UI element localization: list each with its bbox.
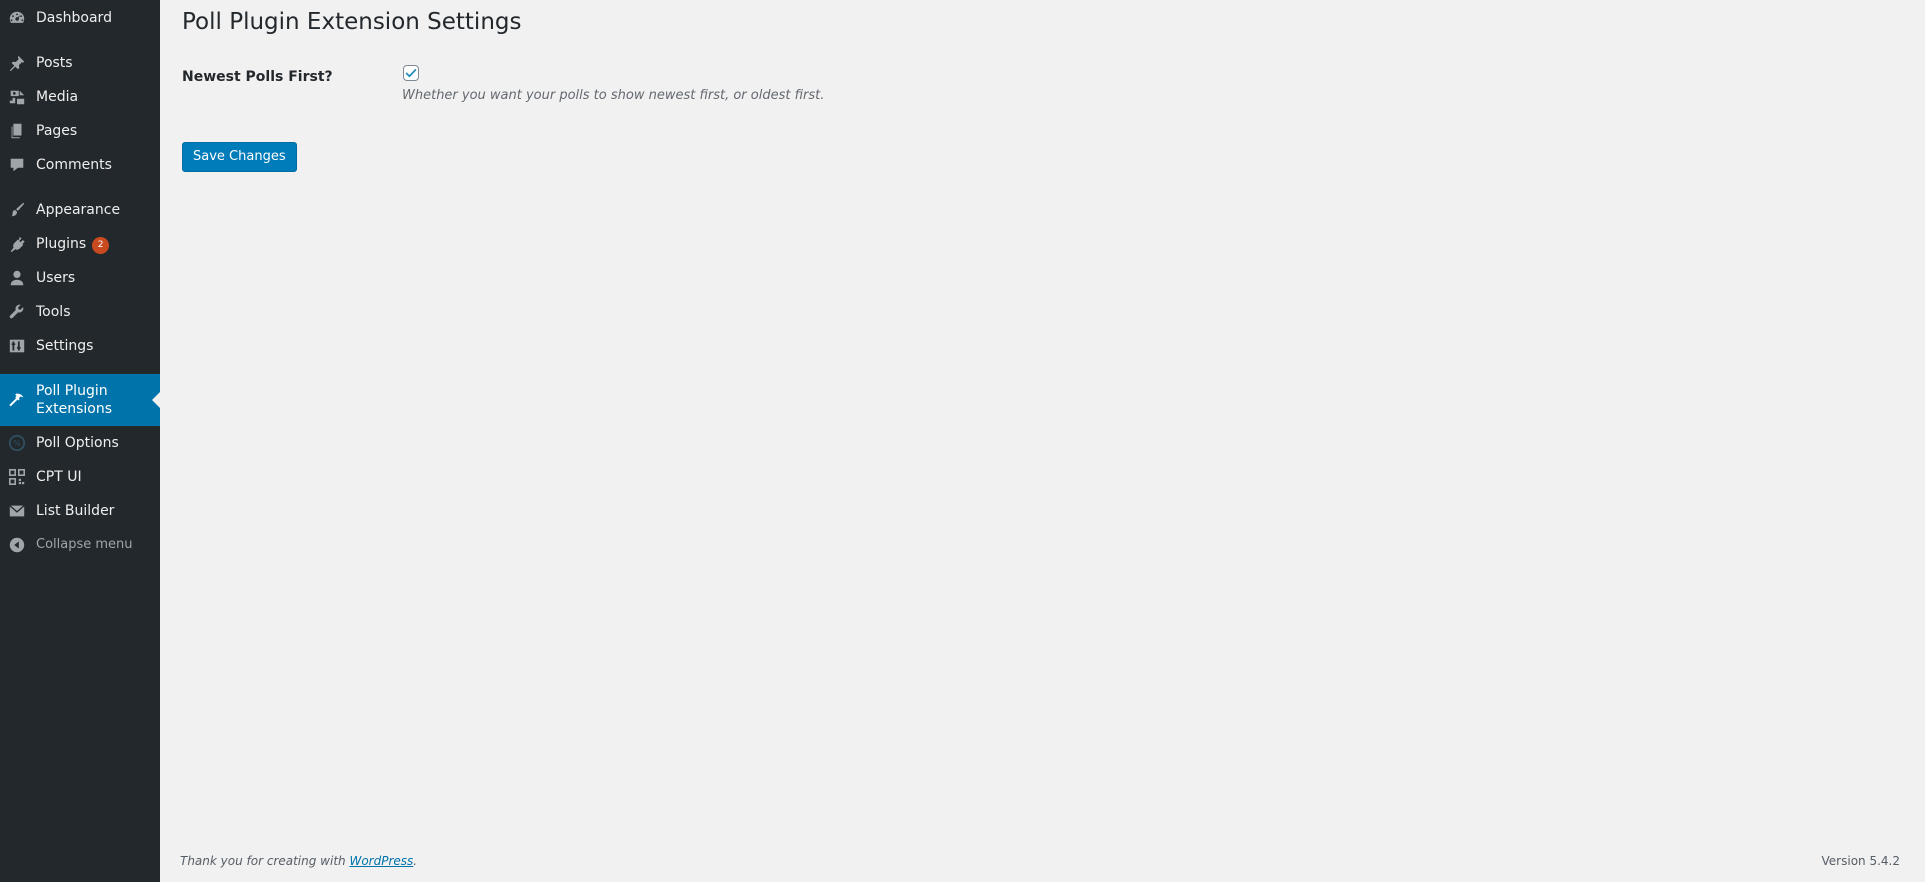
sidebar-item-comments[interactable]: Comments (0, 153, 160, 177)
sidebar-item-poll-plugin-extensions[interactable]: Poll Plugin Extensions (0, 374, 160, 426)
wrench-icon (8, 303, 26, 321)
plug-icon (8, 235, 26, 253)
hammer-icon (8, 392, 26, 410)
newest-polls-label: Newest Polls First? (182, 69, 333, 85)
sidebar-item-posts[interactable]: Posts (0, 51, 160, 75)
pushpin-icon (8, 54, 26, 72)
sidebar-item-label: Users (36, 270, 76, 286)
pages-icon (8, 122, 26, 140)
grid-icon (8, 468, 26, 486)
newest-polls-checkbox[interactable] (403, 65, 419, 81)
footer-thanks-suffix: . (413, 854, 418, 868)
envelope-icon (8, 502, 26, 520)
field-description: Whether you want your polls to show newe… (402, 88, 825, 103)
footer-thanks: Thank you for creating with WordPress. (180, 854, 417, 868)
footer-thanks-prefix: Thank you for creating with (180, 854, 350, 868)
sidebar-item-settings[interactable]: Settings (0, 334, 160, 358)
sidebar-item-label: Posts (36, 55, 73, 71)
sidebar-item-poll-options[interactable]: % Poll Options (0, 431, 160, 455)
sidebar-item-pages[interactable]: Pages (0, 119, 160, 143)
sidebar-item-label: Appearance (36, 202, 121, 218)
sidebar-item-label: List Builder (36, 503, 115, 519)
sidebar-item-list-builder[interactable]: List Builder (0, 499, 160, 523)
sidebar-item-users[interactable]: Users (0, 266, 160, 290)
sidebar-item-label: Poll Plugin Extensions (36, 383, 113, 417)
sidebar-item-label: Comments (36, 157, 112, 173)
sidebar-item-label: Pages (36, 123, 78, 139)
sidebar-item-label: Media (36, 89, 79, 105)
svg-text:%: % (13, 438, 21, 448)
sidebar-item-label: Settings (36, 338, 94, 354)
sidebar-item-cpt-ui[interactable]: CPT UI (0, 465, 160, 489)
collapse-menu-button[interactable]: Collapse menu (0, 533, 160, 557)
media-icon (8, 88, 26, 106)
sidebar-item-dashboard[interactable]: Dashboard (0, 6, 160, 30)
sidebar-item-media[interactable]: Media (0, 85, 160, 109)
user-icon (8, 269, 26, 287)
update-count-badge: 2 (92, 236, 110, 254)
save-changes-button[interactable]: Save Changes (182, 142, 297, 172)
sidebar-item-label: Tools (36, 304, 71, 320)
sidebar-item-label: Dashboard (36, 10, 112, 26)
checkmark-icon (405, 69, 417, 78)
main-content: Poll Plugin Extension Settings Newest Po… (160, 0, 1925, 882)
dashboard-icon (8, 9, 26, 27)
paintbrush-icon (8, 201, 26, 219)
sidebar-item-tools[interactable]: Tools (0, 300, 160, 324)
sidebar-item-label: CPT UI (36, 469, 82, 485)
admin-sidebar: Dashboard Posts Media Pages Comments App… (0, 0, 160, 882)
wordpress-link[interactable]: WordPress (349, 854, 413, 868)
sidebar-item-label: Poll Options (36, 435, 119, 451)
settings-icon (8, 337, 26, 355)
sidebar-item-appearance[interactable]: Appearance (0, 198, 160, 222)
comment-icon (8, 156, 26, 174)
footer-version: Version 5.4.2 (1821, 854, 1900, 868)
collapse-arrow-icon (8, 536, 26, 554)
poll-icon: % (8, 434, 26, 452)
page-title: Poll Plugin Extension Settings (182, 9, 522, 35)
sidebar-item-label: Plugins (36, 235, 87, 252)
sidebar-item-plugins[interactable]: Plugins 2 (0, 232, 160, 256)
collapse-menu-label: Collapse menu (36, 537, 133, 552)
wp-admin-app: Dashboard Posts Media Pages Comments App… (0, 0, 1925, 882)
